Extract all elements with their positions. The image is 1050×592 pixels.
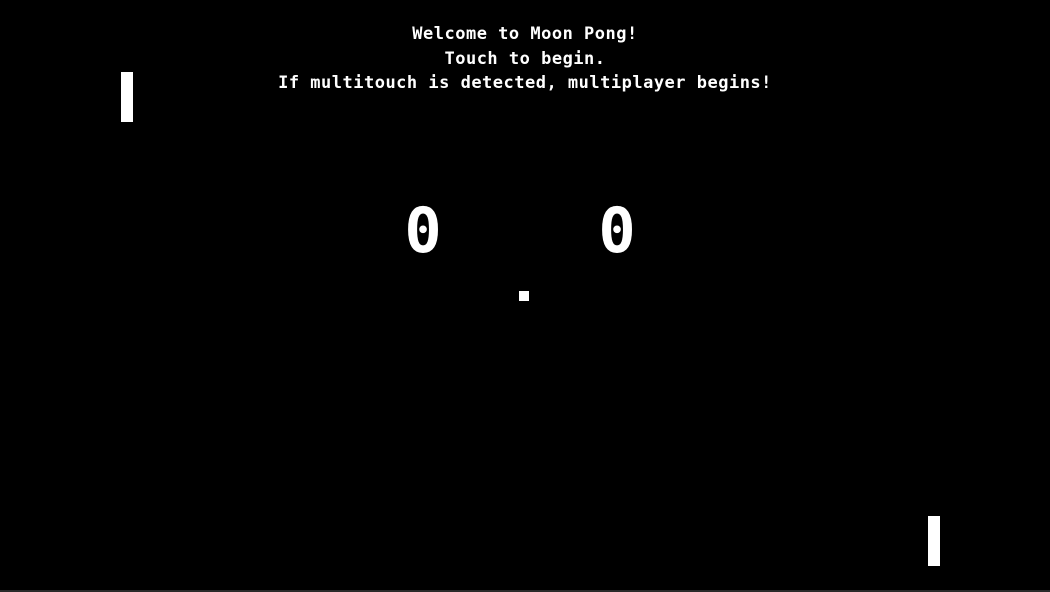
multitouch-hint-text: If multitouch is detected, multiplayer b… [278,73,772,93]
left-score: 0 [404,194,442,267]
right-paddle[interactable] [928,516,940,566]
welcome-text: Welcome to Moon Pong! [412,24,638,44]
ball [519,291,529,301]
left-paddle[interactable] [121,72,133,122]
right-score: 0 [598,194,636,267]
touch-to-begin-text: Touch to begin. [444,48,606,69]
intro-message: Welcome to Moon Pong! Touch to begin. If… [0,22,1050,96]
game-canvas[interactable]: Welcome to Moon Pong! Touch to begin. If… [0,0,1050,592]
